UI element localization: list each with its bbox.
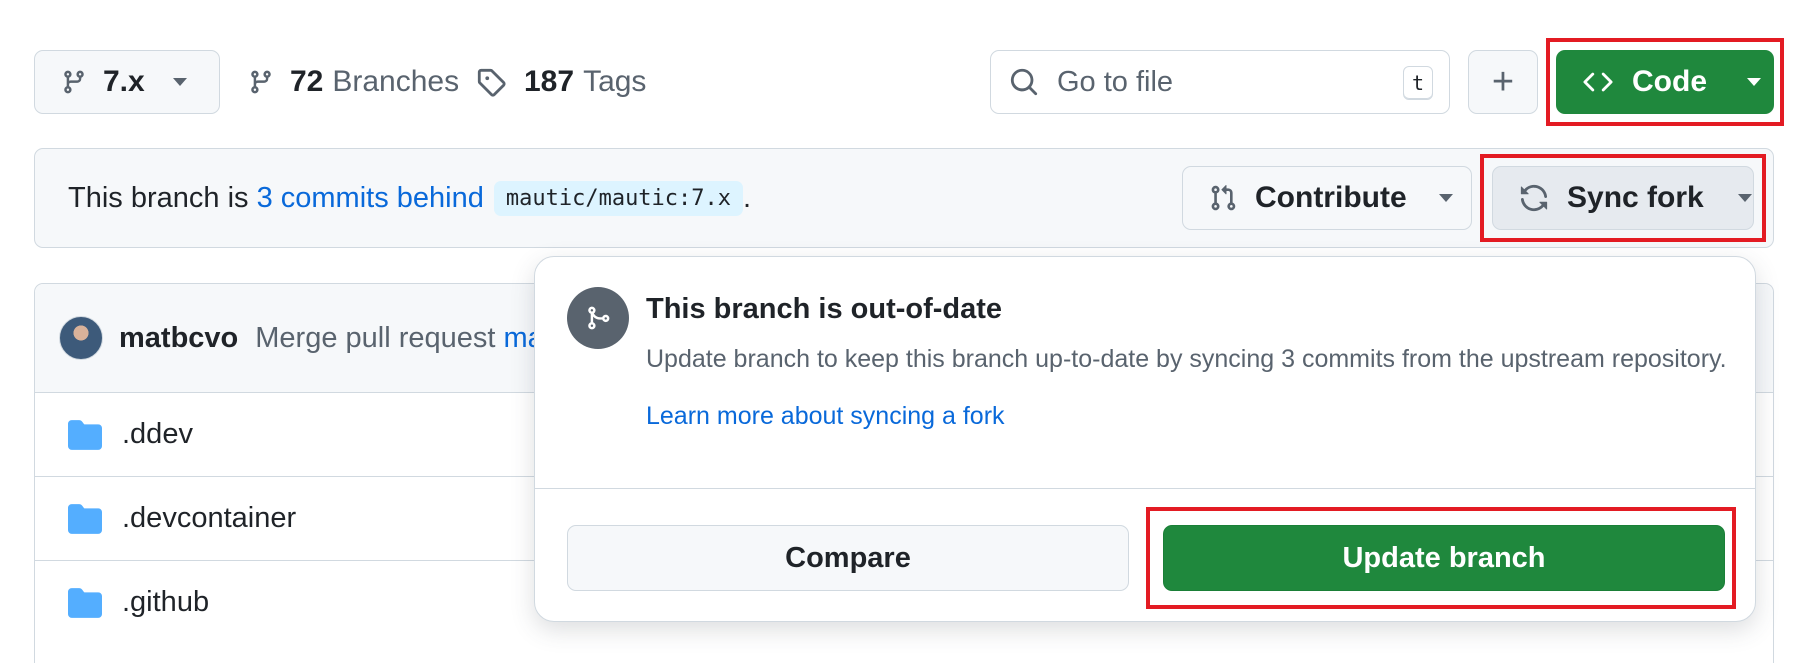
commits-behind-link[interactable]: 3 commits behind [257,182,484,215]
code-button[interactable]: Code [1556,50,1774,114]
upstream-ref: mautic/mautic:7.x [493,180,744,216]
tags-link[interactable]: 187 Tags [476,50,646,114]
search-icon [1009,67,1039,97]
branches-label: Branches [332,65,460,98]
triangle-down-icon [1747,78,1761,86]
update-branch-label: Update branch [1342,541,1546,574]
git-pull-request-icon [1209,183,1237,213]
sync-icon [1519,183,1549,213]
branch-status-suffix: . [743,181,752,214]
go-to-file-input[interactable]: Go to file t [990,50,1450,114]
commit-author[interactable]: matbcvo [119,322,238,355]
branches-link[interactable]: 72 Branches [248,50,459,114]
branches-count: 72 [290,65,324,98]
folder-name[interactable]: .github [122,586,209,619]
sync-fork-popover: This branch is out-of-date Update branch… [534,256,1756,622]
code-label: Code [1632,65,1707,98]
commit-message[interactable]: Merge pull request [255,322,503,355]
triangle-down-icon [1737,194,1752,202]
folder-name[interactable]: .devcontainer [122,502,296,535]
code-icon [1582,67,1614,97]
contribute-label: Contribute [1255,181,1407,214]
add-file-button[interactable]: + [1468,50,1538,114]
update-branch-button[interactable]: Update branch [1163,525,1725,591]
learn-more-link[interactable]: Learn more about syncing a fork [646,402,1005,431]
git-merge-icon [567,287,629,349]
tags-count: 187 [524,65,575,98]
git-branch-icon [61,67,87,97]
folder-icon [68,419,102,450]
folder-icon [68,503,102,534]
compare-button[interactable]: Compare [567,525,1129,591]
folder-icon [68,587,102,618]
triangle-down-icon [1438,194,1453,202]
sync-fork-button[interactable]: Sync fork [1492,166,1754,230]
folder-name[interactable]: .ddev [122,418,193,451]
popover-title: This branch is out-of-date [646,293,1003,325]
sync-fork-label: Sync fork [1567,181,1704,214]
git-branch-icon [248,67,274,97]
branch-name: 7.x [103,65,145,98]
tags-label: Tags [583,65,647,98]
triangle-down-icon [172,78,187,86]
keyboard-shortcut-badge: t [1403,66,1433,100]
branch-status-text: This branch is 3 commits behind mautic/m… [68,176,751,220]
branch-status-prefix: This branch is [68,181,257,214]
plus-icon: + [1491,61,1515,103]
branch-selector[interactable]: 7.x [34,50,220,114]
avatar [59,316,103,360]
compare-label: Compare [785,541,911,574]
popover-description: Update branch to keep this branch up-to-… [646,345,1727,373]
contribute-button[interactable]: Contribute [1182,166,1472,230]
go-to-file-placeholder: Go to file [1057,65,1174,98]
tag-icon [476,67,506,97]
popover-header: This branch is out-of-date Update branch… [535,257,1755,489]
